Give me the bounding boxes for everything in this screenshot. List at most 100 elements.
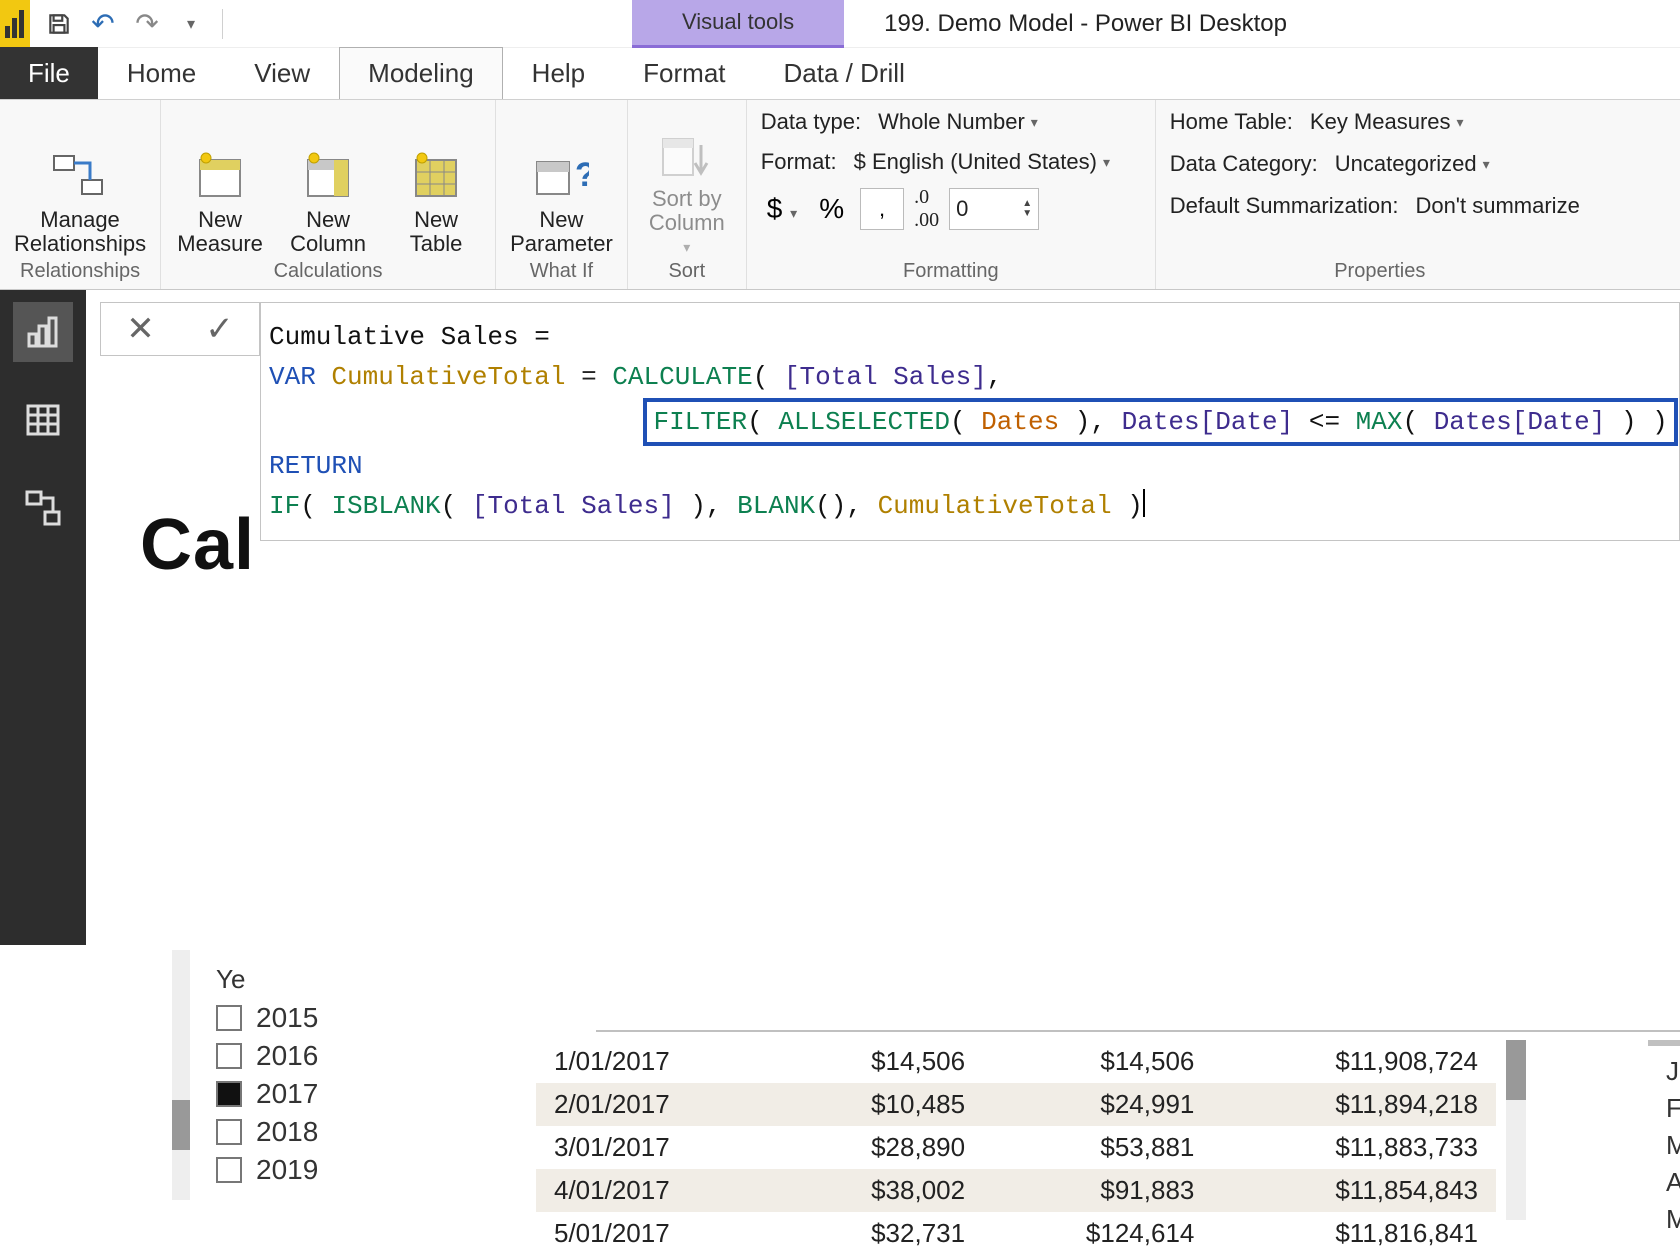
group-label: Calculations — [274, 256, 383, 287]
formula-bar[interactable]: Cumulative Sales = VAR CumulativeTotal =… — [260, 302, 1680, 541]
tab-data-drill[interactable]: Data / Drill — [755, 47, 934, 99]
checkbox[interactable] — [216, 1081, 242, 1107]
formula-cancel-button[interactable]: ✕ — [126, 309, 155, 349]
checkbox[interactable] — [216, 1119, 242, 1145]
percent-button[interactable]: % — [813, 193, 850, 225]
summarization-label: Default Summarization: — [1170, 193, 1399, 219]
month-item: Feb 2017 — [1666, 1090, 1680, 1127]
table-icon — [406, 150, 466, 204]
quick-access-toolbar: ↶ ↷ ▾ — [30, 5, 239, 43]
tab-help[interactable]: Help — [503, 47, 614, 99]
table-top-border — [596, 1030, 1680, 1032]
decimals-icon: .0.00 — [914, 186, 939, 232]
separator — [222, 9, 223, 39]
group-calculations: New Measure New Column New Table Calcula… — [161, 100, 496, 289]
currency-button[interactable]: $ ▾ — [761, 193, 803, 225]
data-type-label: Data type: — [761, 109, 861, 135]
report-view-button[interactable] — [13, 302, 73, 362]
checkbox[interactable] — [216, 1005, 242, 1031]
decimal-places-spinner[interactable]: 0 ▲▼ — [949, 188, 1039, 230]
data-category-label: Data Category: — [1170, 151, 1318, 177]
table-scrollbar[interactable] — [1506, 1040, 1526, 1220]
tab-home[interactable]: Home — [98, 47, 225, 99]
table-row[interactable]: 3/01/2017$28,890$53,881$11,883,733 — [536, 1126, 1496, 1169]
data-table[interactable]: 1/01/2017$14,506$14,506$11,908,7242/01/2… — [536, 1040, 1496, 1255]
format-label: Format: — [761, 149, 837, 175]
tab-format[interactable]: Format — [614, 47, 754, 99]
title-bar: ↶ ↷ ▾ Visual tools 199. Demo Model - Pow… — [0, 0, 1680, 48]
month-item: May 2017 — [1666, 1201, 1680, 1238]
group-label: Relationships — [20, 256, 140, 287]
slicer-item-label: 2015 — [256, 1002, 318, 1034]
table-row[interactable]: 2/01/2017$10,485$24,991$11,894,218 — [536, 1083, 1496, 1126]
report-workspace: ✕ ✓ Cumulative Sales = VAR CumulativeTot… — [86, 290, 1680, 945]
undo-button[interactable]: ↶ — [84, 5, 122, 43]
app-icon — [0, 0, 30, 48]
column-icon — [298, 150, 358, 204]
data-category-dropdown[interactable]: Uncategorized ▾ — [1328, 148, 1497, 180]
group-label: Properties — [1334, 256, 1425, 287]
new-table-button[interactable]: New Table — [391, 150, 481, 256]
view-switcher-rail — [0, 290, 86, 945]
group-formatting: Data type: Whole Number ▾ Format: $ Engl… — [747, 100, 1156, 289]
group-what-if: ? New Parameter What If — [496, 100, 628, 289]
chevron-down-icon: ▾ — [683, 239, 690, 256]
page-title-partial: Cal — [140, 504, 255, 586]
data-view-button[interactable] — [13, 390, 73, 450]
manage-relationships-button[interactable]: Manage Relationships — [14, 150, 146, 256]
group-sort: Sort by Column ▾ Sort — [628, 100, 747, 289]
table-row[interactable]: 1/01/2017$14,506$14,506$11,908,724 — [536, 1040, 1496, 1083]
home-table-label: Home Table: — [1170, 109, 1293, 135]
slicer-item-2015[interactable]: 2015 — [216, 999, 486, 1037]
tab-modeling[interactable]: Modeling — [339, 47, 503, 99]
checkbox[interactable] — [216, 1157, 242, 1183]
month-item: Mar 2017 — [1666, 1127, 1680, 1164]
formula-bar-controls: ✕ ✓ — [100, 302, 260, 356]
month-list: Jan 2017Feb 2017Mar 2017Apr 2017May 2017 — [1666, 1050, 1680, 1241]
slicer-item-label: 2018 — [256, 1116, 318, 1148]
slicer-item-label: 2016 — [256, 1040, 318, 1072]
relationships-icon — [50, 150, 110, 204]
parameter-icon: ? — [531, 150, 591, 204]
sort-by-column-button: Sort by Column ▾ — [642, 129, 732, 256]
save-button[interactable] — [40, 5, 78, 43]
group-label: Formatting — [903, 256, 999, 287]
sort-icon — [657, 129, 717, 183]
checkbox[interactable] — [216, 1043, 242, 1069]
year-slicer[interactable]: Ye 2015 201620172018 2019 — [216, 960, 486, 1189]
svg-text:?: ? — [575, 156, 589, 194]
measure-icon — [190, 150, 250, 204]
new-column-button[interactable]: New Column — [283, 150, 373, 256]
slicer-item-label: 2019 — [256, 1154, 318, 1186]
chevron-down-icon: ▾ — [1103, 154, 1110, 171]
tab-file[interactable]: File — [0, 47, 98, 99]
group-label: Sort — [668, 256, 705, 287]
chevron-down-icon: ▾ — [1031, 114, 1038, 131]
home-table-dropdown[interactable]: Key Measures ▾ — [1303, 106, 1471, 138]
redo-button[interactable]: ↷ — [128, 5, 166, 43]
slicer-item-2017[interactable]: 2017 — [216, 1075, 486, 1113]
data-type-dropdown[interactable]: Whole Number ▾ — [871, 106, 1045, 138]
new-parameter-button[interactable]: ? New Parameter — [510, 150, 613, 256]
slicer-header: Ye — [216, 960, 486, 999]
slicer-item-2019[interactable]: 2019 — [216, 1151, 486, 1189]
qat-customize-button[interactable]: ▾ — [172, 5, 210, 43]
ribbon-tab-strip: File Home View Modeling Help Format Data… — [0, 48, 1680, 100]
slicer-item-2018[interactable]: 2018 — [216, 1113, 486, 1151]
contextual-tab-visual-tools[interactable]: Visual tools — [632, 0, 844, 48]
summarization-dropdown[interactable]: Don't summarize — [1408, 190, 1586, 222]
ribbon: Manage Relationships Relationships New M… — [0, 100, 1680, 290]
thousands-separator-button[interactable]: , — [860, 188, 904, 230]
tab-view[interactable]: View — [225, 47, 339, 99]
new-measure-button[interactable]: New Measure — [175, 150, 265, 256]
group-label: What If — [530, 256, 593, 287]
chevron-down-icon: ▾ — [1457, 114, 1464, 131]
format-dropdown[interactable]: $ English (United States) ▾ — [847, 146, 1117, 178]
model-view-button[interactable] — [13, 478, 73, 538]
formula-commit-button[interactable]: ✓ — [205, 309, 234, 349]
slicer-scrollbar[interactable] — [172, 950, 190, 1200]
slicer-item-2016[interactable]: 2016 — [216, 1037, 486, 1075]
table-row[interactable]: 4/01/2017$38,002$91,883$11,854,843 — [536, 1169, 1496, 1212]
group-relationships: Manage Relationships Relationships — [0, 100, 161, 289]
table-row[interactable]: 5/01/2017$32,731$124,614$11,816,841 — [536, 1212, 1496, 1255]
